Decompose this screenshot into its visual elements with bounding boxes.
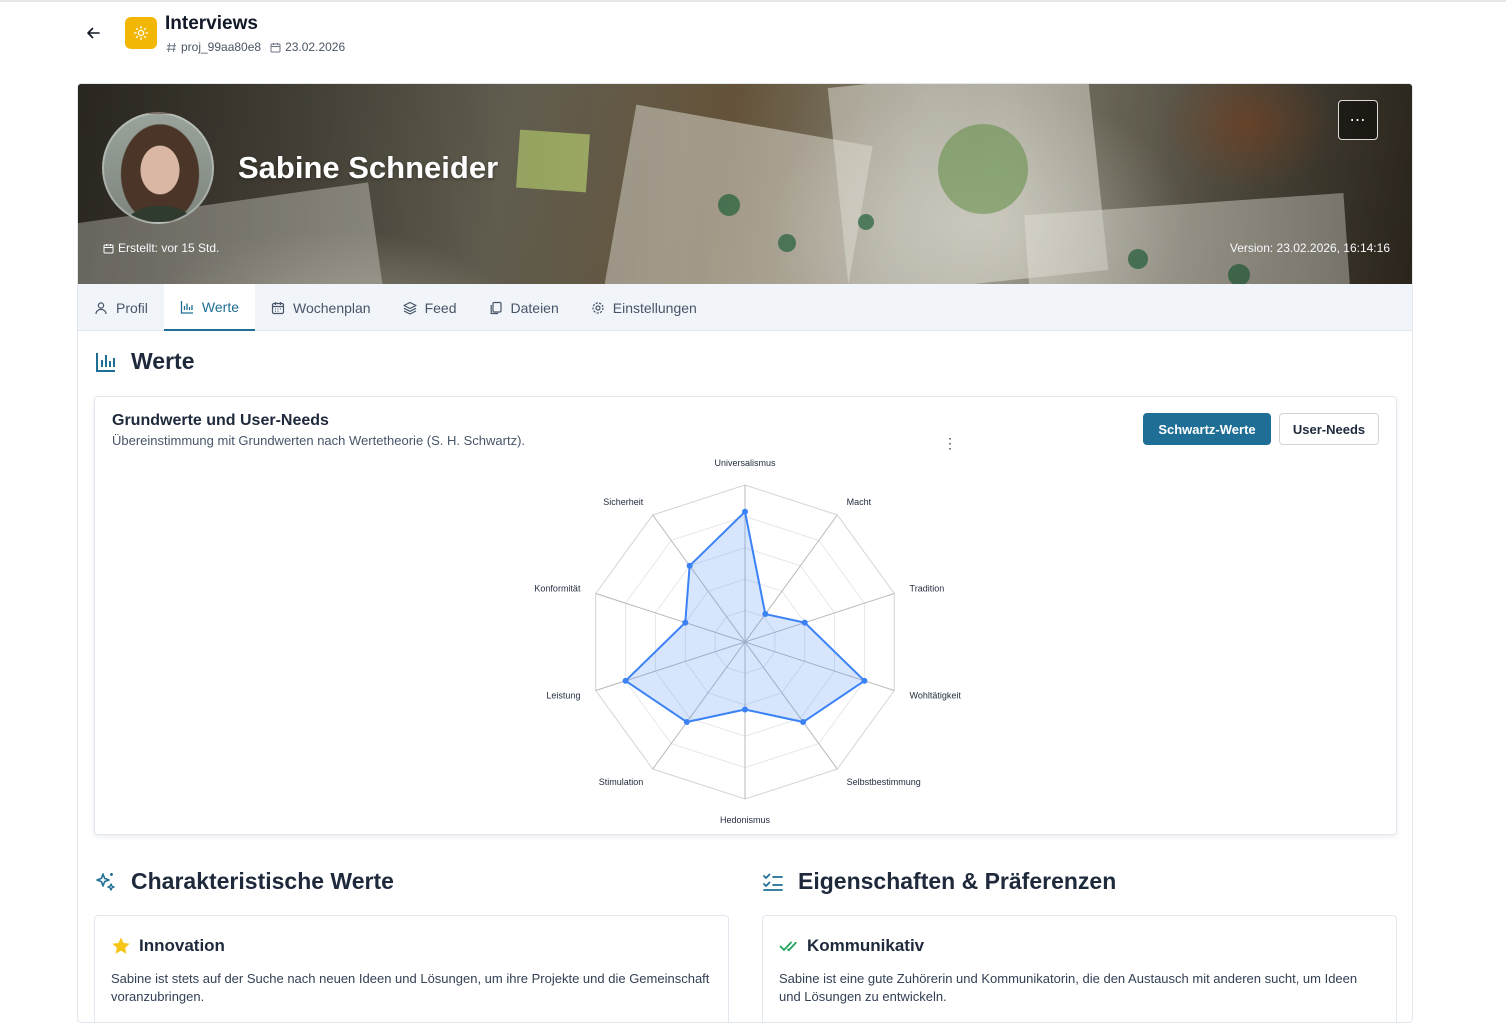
radar-axis-label: Stimulation (599, 777, 644, 787)
checklist-icon (763, 873, 783, 891)
radar-data-point (742, 706, 748, 713)
radar-axis-label: Selbstbestimmung (847, 777, 921, 787)
trait-card-kommunikativ: Kommunikativ Sabine ist eine gute Zuhöre… (762, 915, 1397, 1022)
project-id: proj_99aa80e8 (166, 40, 261, 54)
radar-data-point (683, 719, 690, 726)
radar-axis-label: Universalismus (714, 458, 776, 468)
section-werte-title: Werte (95, 348, 195, 375)
persona-card: Sabine Schneider Erstellt: vor 15 Std. V… (77, 83, 1413, 1023)
persona-name: Sabine Schneider (238, 150, 499, 185)
radar-data-point (762, 611, 769, 618)
section-eigenschaften-title: Eigenschaften & Präferenzen (762, 868, 1116, 895)
radar-data-point (686, 562, 693, 569)
radar-axis-label: Wohltätigkeit (910, 690, 962, 700)
files-icon (490, 301, 502, 314)
user-icon (95, 301, 107, 314)
value-card-header: Innovation (111, 936, 225, 956)
tab-label: Wochenplan (293, 299, 371, 316)
tab-dateien[interactable]: Dateien (473, 284, 575, 331)
tab-profil[interactable]: Profil (78, 284, 164, 331)
value-card-title: Innovation (139, 936, 225, 955)
arrow-left-icon (87, 27, 100, 39)
sparkles-icon (96, 872, 115, 891)
tab-bar: Profil Werte Wochenplan Feed Dateien Ein… (78, 284, 1412, 331)
value-card-text: Sabine ist stets auf der Suche nach neue… (111, 971, 710, 1004)
section-charakteristische-title: Charakteristische Werte (95, 868, 394, 895)
trait-card-text: Sabine ist eine gute Zuhörerin und Kommu… (779, 971, 1358, 1004)
more-options-button[interactable]: ⋯ (1338, 100, 1378, 140)
section-werte-label: Werte (131, 348, 195, 374)
radar-data-point (801, 619, 808, 626)
tab-label: Dateien (510, 299, 559, 316)
tab-label: Feed (424, 299, 457, 316)
project-date-text: 23.02.2026 (285, 40, 346, 54)
version-label: Version: 23.02.2026, 16:14:16 (1229, 241, 1390, 255)
avatar (102, 112, 214, 224)
more-icon: ⋯ (1349, 112, 1367, 129)
radar-axis-label: Konformität (534, 584, 581, 594)
trait-card-header: Kommunikativ (779, 936, 924, 956)
radar-axis-label: Tradition (910, 584, 945, 594)
radar-series-area (624, 510, 866, 724)
project-date: 23.02.2026 (270, 40, 345, 54)
project-icon (125, 17, 157, 49)
radar-data-point (861, 677, 868, 684)
tab-label: Werte (201, 298, 239, 315)
tab-einstellungen[interactable]: Einstellungen (575, 284, 713, 331)
trait-card-title: Kommunikativ (807, 936, 925, 955)
value-card-innovation: Innovation Sabine ist stets auf der Such… (94, 915, 729, 1022)
section-charakteristische-label: Charakteristische Werte (131, 868, 394, 894)
section-eigenschaften-label: Eigenschaften & Präferenzen (798, 868, 1117, 894)
bar-chart-icon (96, 352, 115, 372)
project-meta: proj_99aa80e8 23.02.2026 (166, 40, 354, 54)
tab-label: Einstellungen (612, 299, 697, 316)
radar-data-point (800, 719, 807, 726)
radar-data-point (682, 619, 689, 626)
radar-axis-label: Sicherheit (603, 497, 644, 507)
created-label: Erstellt: vor 15 Std. (103, 241, 219, 255)
values-chart-panel: Grundwerte und User-Needs Übereinstimmun… (94, 396, 1397, 835)
page-title: Interviews (165, 13, 258, 34)
tab-feed[interactable]: Feed (387, 284, 473, 331)
created-text: Erstellt: vor 15 Std. (118, 241, 220, 255)
project-id-text: proj_99aa80e8 (181, 40, 262, 54)
tab-werte[interactable]: Werte (163, 284, 255, 331)
radar-axis-label: Leistung (546, 690, 580, 700)
radar-axis-label: Macht (847, 497, 872, 507)
radar-axis-label: Hedonismus (720, 815, 771, 825)
radar-data-point (742, 508, 748, 515)
calendar-icon (270, 42, 281, 52)
tab-wochenplan[interactable]: Wochenplan (255, 284, 387, 331)
radar-chart: Universalismus Macht Tradition Wohltätigkei… (534, 458, 962, 825)
gear-icon (592, 301, 604, 314)
back-button[interactable] (80, 20, 106, 46)
double-check-icon (779, 941, 797, 952)
calendar-icon (271, 301, 285, 314)
calendar-icon (103, 243, 114, 253)
top-border (0, 0, 1506, 2)
bar-chart-icon (180, 300, 193, 314)
hero-banner: Sabine Schneider Erstellt: vor 15 Std. V… (78, 84, 1412, 284)
hash-icon (166, 42, 176, 52)
star-icon (112, 937, 130, 954)
radar-data-point (622, 677, 629, 684)
tab-label: Profil (116, 299, 148, 316)
layers-icon (402, 301, 417, 315)
sun-icon (133, 25, 149, 41)
